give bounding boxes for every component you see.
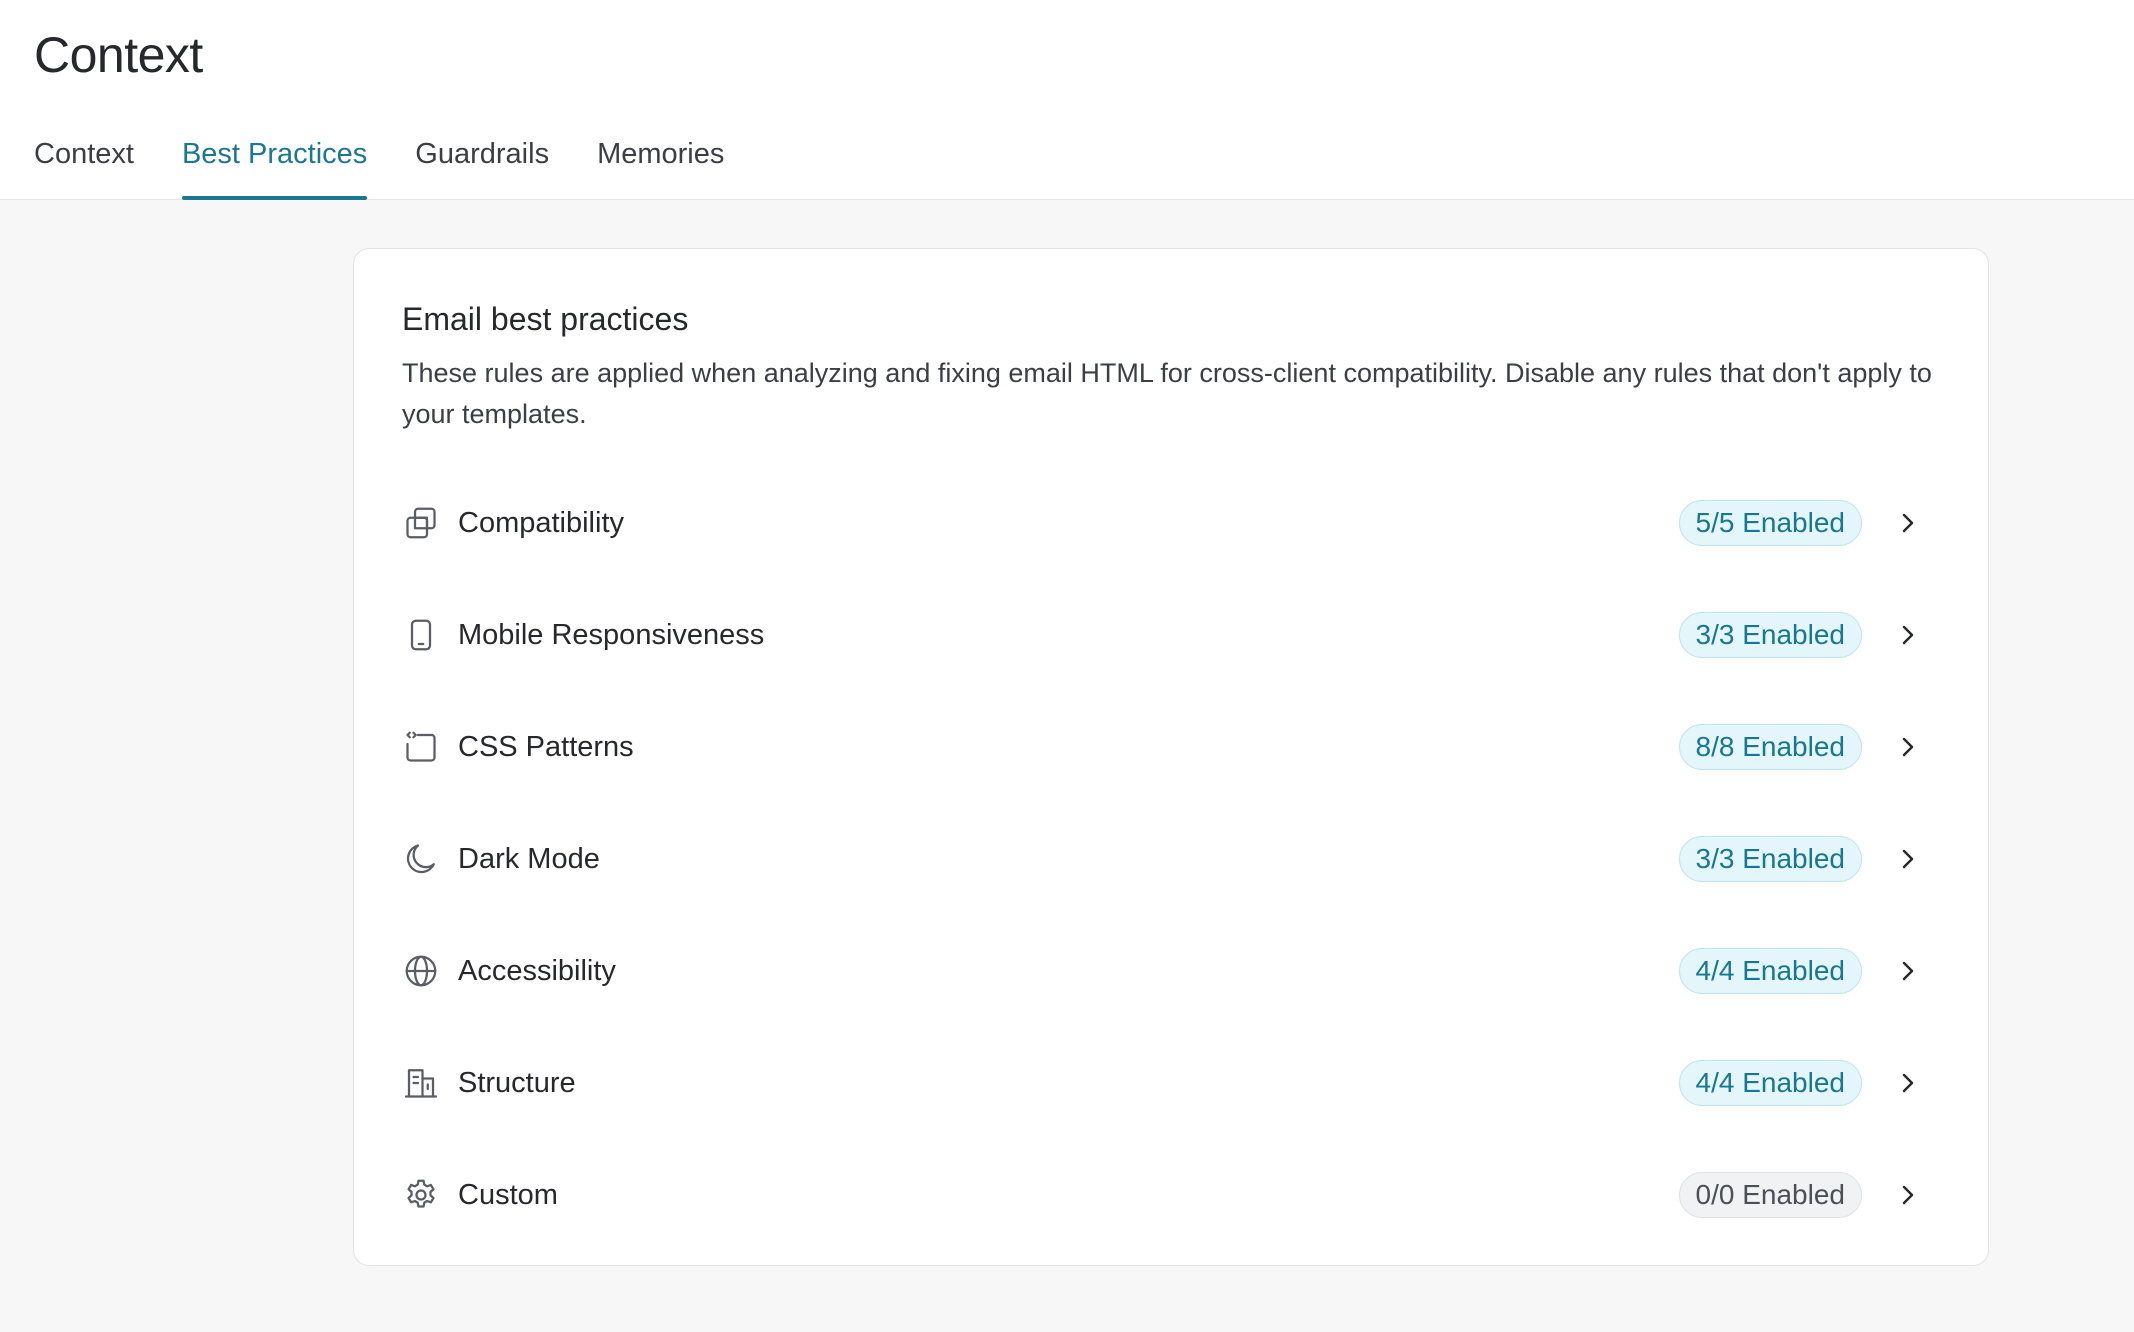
chevron-right-icon[interactable] <box>1894 621 1922 649</box>
status-badge: 4/4 Enabled <box>1678 948 1862 994</box>
code-frame-icon <box>402 728 440 766</box>
rule-row-custom[interactable]: Custom 0/0 Enabled <box>402 1139 1942 1251</box>
tab-best-practices[interactable]: Best Practices <box>181 138 368 200</box>
rule-label: Custom <box>458 1178 558 1211</box>
rule-row-structure[interactable]: Structure 4/4 Enabled <box>402 1027 1942 1139</box>
rule-label: Structure <box>458 1066 576 1099</box>
tab-guardrails[interactable]: Guardrails <box>415 138 549 200</box>
chevron-right-icon[interactable] <box>1894 509 1922 537</box>
rule-row-compatibility[interactable]: Compatibility 5/5 Enabled <box>402 467 1942 579</box>
card-title: Email best practices <box>402 301 689 337</box>
moon-icon <box>402 840 440 878</box>
tab-memories[interactable]: Memories <box>597 138 724 200</box>
rule-row-dark-mode[interactable]: Dark Mode 3/3 Enabled <box>402 803 1942 915</box>
globe-icon <box>402 952 440 990</box>
page-title: Context <box>34 27 203 83</box>
phone-icon <box>402 616 440 654</box>
best-practices-card: Email best practices These rules are app… <box>353 248 1989 1266</box>
chevron-right-icon[interactable] <box>1894 1181 1922 1209</box>
chevron-right-icon[interactable] <box>1894 845 1922 873</box>
rule-label: CSS Patterns <box>458 730 634 763</box>
rule-row-mobile-responsiveness[interactable]: Mobile Responsiveness 3/3 Enabled <box>402 579 1942 691</box>
card-description: These rules are applied when analyzing a… <box>402 358 1932 429</box>
rule-label: Accessibility <box>458 954 616 987</box>
gear-icon <box>402 1176 440 1214</box>
tab-bar: Context Best Practices Guardrails Memori… <box>34 138 724 200</box>
page-header: Context Context Best Practices Guardrail… <box>0 0 2134 200</box>
building-icon <box>402 1064 440 1102</box>
status-badge: 0/0 Enabled <box>1678 1172 1862 1218</box>
tab-context[interactable]: Context <box>34 138 134 200</box>
rule-row-accessibility[interactable]: Accessibility 4/4 Enabled <box>402 915 1942 1027</box>
copy-icon <box>402 504 440 542</box>
status-badge: 5/5 Enabled <box>1678 500 1862 546</box>
rule-label: Mobile Responsiveness <box>458 618 765 651</box>
chevron-right-icon[interactable] <box>1894 1069 1922 1097</box>
status-badge: 3/3 Enabled <box>1678 612 1862 658</box>
status-badge: 8/8 Enabled <box>1678 724 1862 770</box>
chevron-right-icon[interactable] <box>1894 733 1922 761</box>
rule-label: Compatibility <box>458 506 624 539</box>
rule-label: Dark Mode <box>458 842 600 875</box>
status-badge: 3/3 Enabled <box>1678 836 1862 882</box>
rule-row-css-patterns[interactable]: CSS Patterns 8/8 Enabled <box>402 691 1942 803</box>
status-badge: 4/4 Enabled <box>1678 1060 1862 1106</box>
chevron-right-icon[interactable] <box>1894 957 1922 985</box>
rule-list: Compatibility 5/5 Enabled Mobile Respons… <box>402 467 1942 1251</box>
